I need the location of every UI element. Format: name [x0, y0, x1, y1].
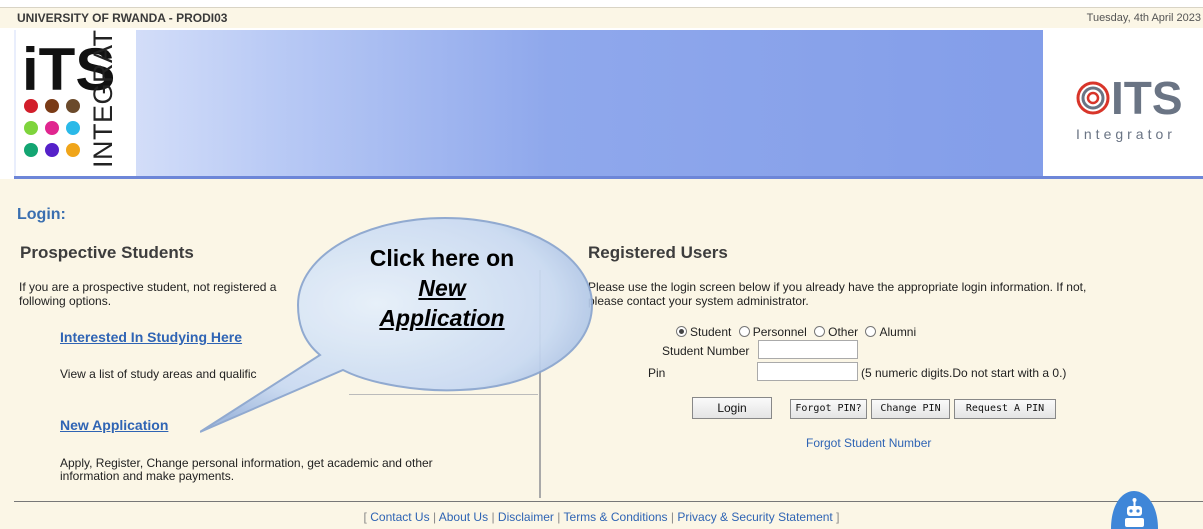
footer-privacy[interactable]: Privacy & Security Statement — [677, 510, 832, 524]
header-banner — [14, 30, 1203, 176]
footer-contact-us[interactable]: Contact Us — [370, 510, 429, 524]
callout-text: Click here on New Application — [330, 243, 554, 333]
radio-other-label: Other — [828, 325, 859, 339]
new-application-link[interactable]: New Application — [60, 417, 168, 433]
current-date: Tuesday, 4th April 2023 — [1086, 12, 1201, 24]
forgot-student-number-link[interactable]: Forgot Student Number — [806, 436, 931, 450]
radio-other[interactable]: Other — [814, 325, 858, 339]
registered-intro-line1: Please use the login screen below if you… — [588, 280, 1087, 294]
change-pin-button[interactable]: Change PIN — [871, 399, 950, 419]
footer-open-bracket: [ — [363, 510, 367, 524]
radio-alumni[interactable]: Alumni — [865, 325, 916, 339]
footer-close-bracket: ] — [836, 510, 840, 524]
organization-name: UNIVERSITY OF RWANDA - PRODI03 — [17, 11, 228, 25]
footer-about-us[interactable]: About Us — [439, 510, 488, 524]
callout-line3: Application — [379, 305, 505, 331]
robot-chat-icon[interactable] — [1107, 489, 1162, 529]
student-number-label: Student Number — [662, 344, 750, 358]
login-button[interactable]: Login — [692, 397, 772, 419]
registered-intro-line2: please contact your system administrator… — [588, 294, 809, 308]
logo-right-word: Integrator — [1076, 126, 1176, 142]
footer-links: [ Contact Us | About Us | Disclaimer | T… — [0, 510, 1203, 524]
footer-separator: | — [670, 510, 675, 524]
logo-right-letters: ITS — [1111, 72, 1183, 124]
footer-divider — [14, 501, 1203, 502]
registered-users-heading: Registered Users — [588, 243, 728, 262]
student-number-input[interactable] — [758, 340, 858, 359]
radio-other-indicator[interactable] — [814, 326, 826, 337]
footer-separator: | — [432, 510, 437, 524]
new-application-desc-line1: Apply, Register, Change personal informa… — [60, 456, 433, 470]
radio-personnel-label: Personnel — [752, 325, 807, 339]
callout-line1: Click here on — [369, 245, 515, 271]
forgot-pin-button[interactable]: Forgot PIN? — [790, 399, 867, 419]
new-application-desc-line2: information and make payments. — [60, 469, 235, 483]
radio-student[interactable]: Student — [676, 325, 731, 339]
radio-personnel[interactable]: Personnel — [738, 325, 807, 339]
footer-separator: | — [491, 510, 495, 524]
top-bar: UNIVERSITY OF RWANDA - PRODI03 Tuesday, … — [0, 7, 1203, 28]
user-type-radio-group: Student Personnel Other Alumni — [676, 325, 916, 339]
footer-separator: | — [557, 510, 561, 524]
footer-terms[interactable]: Terms & Conditions — [564, 510, 668, 524]
callout-line2: New — [418, 275, 466, 301]
footer-disclaimer[interactable]: Disclaimer — [498, 510, 554, 524]
pin-hint: (5 numeric digits.Do not start with a 0.… — [861, 366, 1067, 380]
radio-alumni-indicator[interactable] — [865, 326, 877, 337]
pin-label: Pin — [648, 366, 666, 380]
prospective-students-heading: Prospective Students — [20, 243, 194, 262]
logo-left-word: INTEGRATOR — [88, 30, 118, 168]
its-integrator-logo-right: ITS Integrator — [1043, 30, 1203, 176]
radio-student-label: Student — [690, 325, 732, 339]
radio-alumni-label: Alumni — [879, 325, 917, 339]
prospective-intro-line2: following options. — [19, 294, 112, 308]
radio-student-indicator[interactable] — [676, 326, 687, 337]
its-integrator-logo-left: iTS INTEGRATOR — [16, 0, 136, 176]
pin-input[interactable] — [757, 362, 858, 381]
radio-personnel-indicator[interactable] — [738, 326, 750, 337]
request-pin-button[interactable]: Request A PIN — [954, 399, 1056, 419]
login-heading: Login: — [17, 206, 66, 223]
